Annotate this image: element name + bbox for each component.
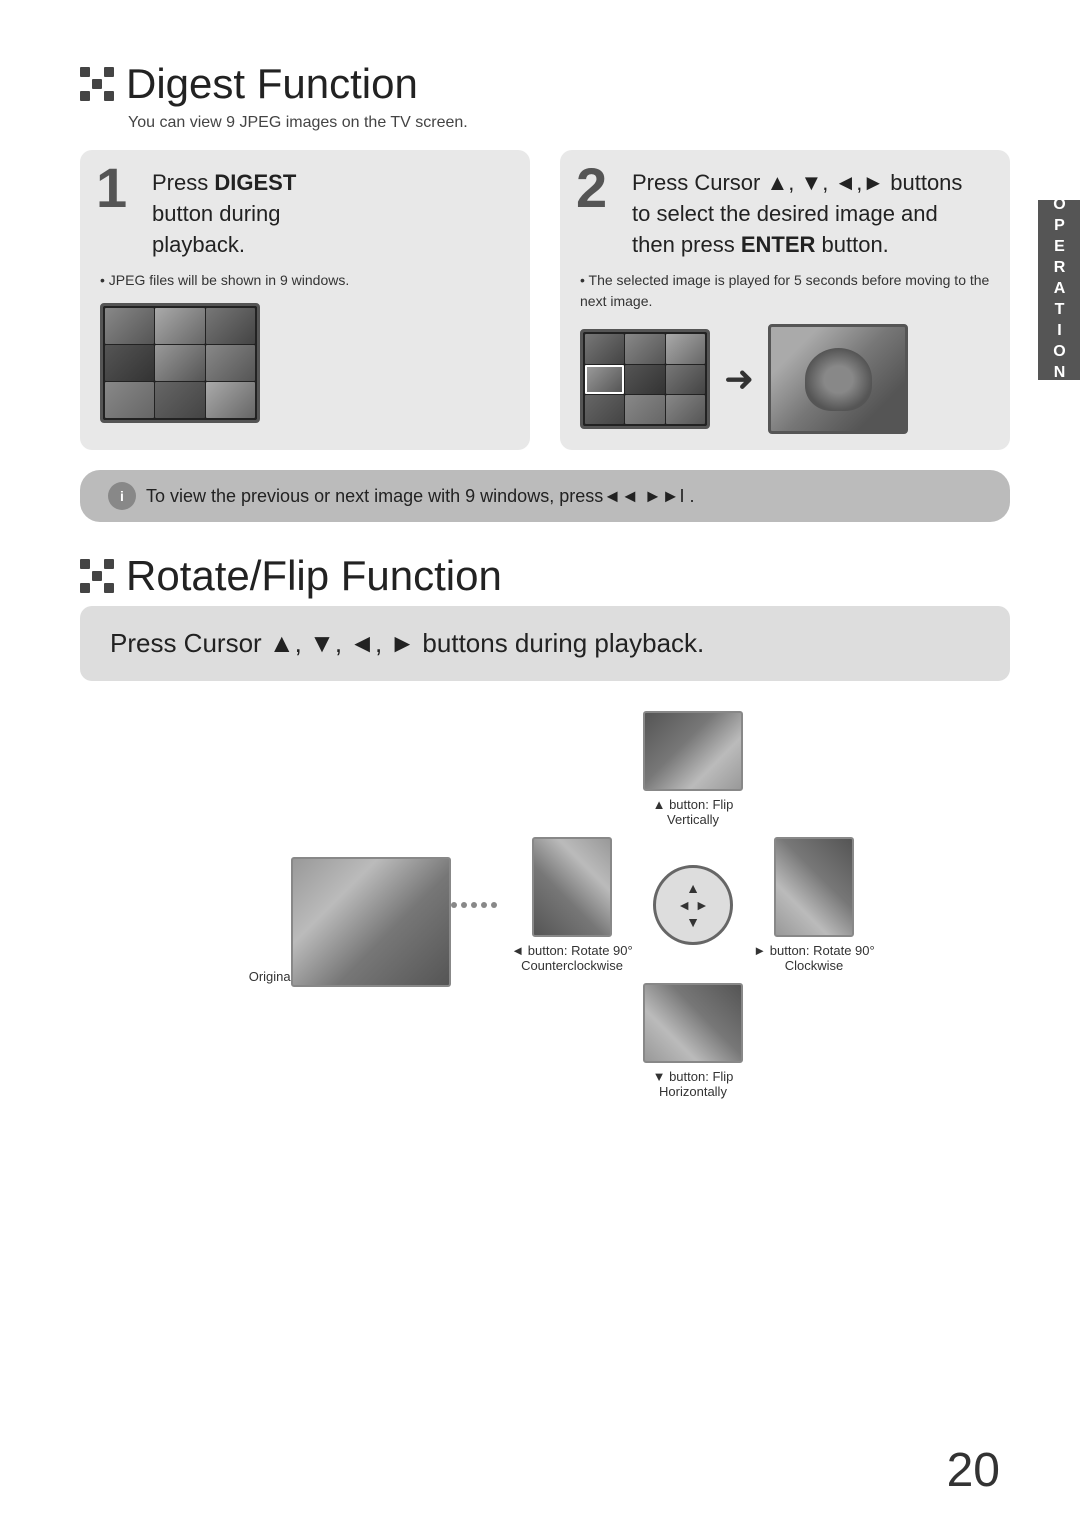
grid-cell-5 — [155, 345, 204, 381]
grid-cell-7 — [105, 382, 154, 418]
step2-line1: Press Cursor ▲, ▼, ◄,► buttons — [632, 170, 962, 195]
grid-cell-2 — [155, 308, 204, 344]
page-number: 20 — [947, 1443, 1000, 1498]
flip-h-image — [643, 983, 743, 1063]
step1-line3: playback. — [152, 232, 245, 257]
dot6 — [451, 902, 457, 908]
cat-image — [768, 324, 908, 434]
s2-grid-cell-4 — [585, 365, 624, 394]
step2-number: 2 — [576, 160, 607, 216]
rotate-cw-image — [774, 837, 854, 937]
s2-grid-cell-3 — [666, 334, 705, 363]
middle-row: ◄ button: Rotate 90° Counterclockwise ▲◄… — [507, 837, 879, 973]
step2-line3: then press ENTER button. — [632, 232, 889, 257]
grid-cell-6 — [206, 345, 255, 381]
rotate-ccw-label: ◄ button: Rotate 90° Counterclockwise — [507, 943, 637, 973]
s2-grid-cell-8 — [625, 395, 664, 424]
grid-cell-3 — [206, 308, 255, 344]
step2-bullet: • The selected image is played for 5 sec… — [580, 270, 990, 312]
flip-vertically-item: ▲ button: Flip Vertically — [628, 711, 758, 827]
dot8 — [471, 902, 477, 908]
center-rotate-col: ▲ button: Flip Vertically ◄ button: Rota… — [507, 711, 879, 1099]
section-pixel-icon — [80, 67, 114, 101]
steps-container: 1 Press DIGEST button during playback. •… — [80, 150, 1010, 450]
original-butterfly-image — [291, 857, 451, 987]
flip-horizontally-item: ▼ button: Flip Horizontally — [628, 983, 758, 1099]
step2-text: Press Cursor ▲, ▼, ◄,► buttons to select… — [632, 168, 990, 260]
flip-v-label: ▲ button: Flip Vertically — [628, 797, 758, 827]
step2-images: ➜ — [580, 324, 990, 434]
sidebar-operation: OPERATION — [1038, 200, 1080, 380]
tip-circle-icon: i — [108, 482, 136, 510]
step1-bullet: • JPEG files will be shown in 9 windows. — [100, 270, 510, 291]
s2-grid-cell-1 — [585, 334, 624, 363]
sidebar-label-text: OPERATION — [1050, 196, 1068, 385]
step1-box: 1 Press DIGEST button during playback. •… — [80, 150, 530, 450]
rotate-ccw-image — [532, 837, 612, 937]
dot10 — [491, 902, 497, 908]
s2-grid-cell-9 — [666, 395, 705, 424]
s2-grid-cell-5 — [625, 365, 664, 394]
step1-line2: button during — [152, 201, 280, 226]
dot7 — [461, 902, 467, 908]
grid-cell-9 — [206, 382, 255, 418]
step1-grid — [103, 306, 257, 420]
rotate-cw-label: ► button: Rotate 90° Clockwise — [749, 943, 879, 973]
step2-grid — [583, 332, 707, 426]
s2-grid-cell-7 — [585, 395, 624, 424]
press-cursor-box: Press Cursor ▲, ▼, ◄, ► buttons during p… — [80, 606, 1010, 681]
flip-h-label: ▼ button: Flip Horizontally — [628, 1069, 758, 1099]
rotate-left-col: ◄ button: Rotate 90° Counterclockwise — [507, 837, 637, 973]
step2-tv-screen — [580, 329, 710, 429]
digest-subtitle: You can view 9 JPEG images on the TV scr… — [128, 114, 1010, 132]
step1-number: 1 — [96, 160, 127, 216]
dot9 — [481, 902, 487, 908]
rotate-title: Rotate/Flip Function — [80, 552, 1010, 600]
arrow-right: ➜ — [724, 358, 754, 400]
press-cursor-text: Press Cursor ▲, ▼, ◄, ► buttons during p… — [110, 628, 704, 658]
s2-grid-cell-2 — [625, 334, 664, 363]
tip-text: To view the previous or next image with … — [146, 486, 694, 507]
step2-box: 2 Press Cursor ▲, ▼, ◄,► buttons to sele… — [560, 150, 1010, 450]
tip-box: i To view the previous or next image wit… — [80, 470, 1010, 522]
s2-grid-cell-6 — [666, 365, 705, 394]
original-col: Original Image — [211, 827, 371, 984]
rotate-right-col: ► button: Rotate 90° Clockwise — [749, 837, 879, 973]
step1-image-area — [100, 303, 510, 423]
enter-bold: ENTER — [741, 232, 816, 257]
grid-cell-8 — [155, 382, 204, 418]
rotate-layout: Original Image ▲ button: Fl — [80, 711, 1010, 1099]
flip-v-image — [643, 711, 743, 791]
grid-cell-4 — [105, 345, 154, 381]
digest-title-text: Digest Function — [126, 60, 418, 108]
rotate-title-text: Rotate/Flip Function — [126, 552, 502, 600]
grid-cell-1 — [105, 308, 154, 344]
rotate-section: Rotate/Flip Function Press Cursor ▲, ▼, … — [80, 552, 1010, 1099]
step2-line2: to select the desired image and — [632, 201, 938, 226]
step1-text: Press DIGEST button during playback. — [152, 168, 510, 260]
rotate-pixel-icon — [80, 559, 114, 593]
direction-circle: ▲◄ ►▼ — [653, 865, 733, 945]
digest-section: Digest Function You can view 9 JPEG imag… — [80, 60, 1010, 522]
digest-title: Digest Function — [80, 60, 1010, 108]
dir-arrows: ▲◄ ►▼ — [677, 880, 709, 930]
step1-tv-screen — [100, 303, 260, 423]
digest-bold: DIGEST — [214, 170, 296, 195]
